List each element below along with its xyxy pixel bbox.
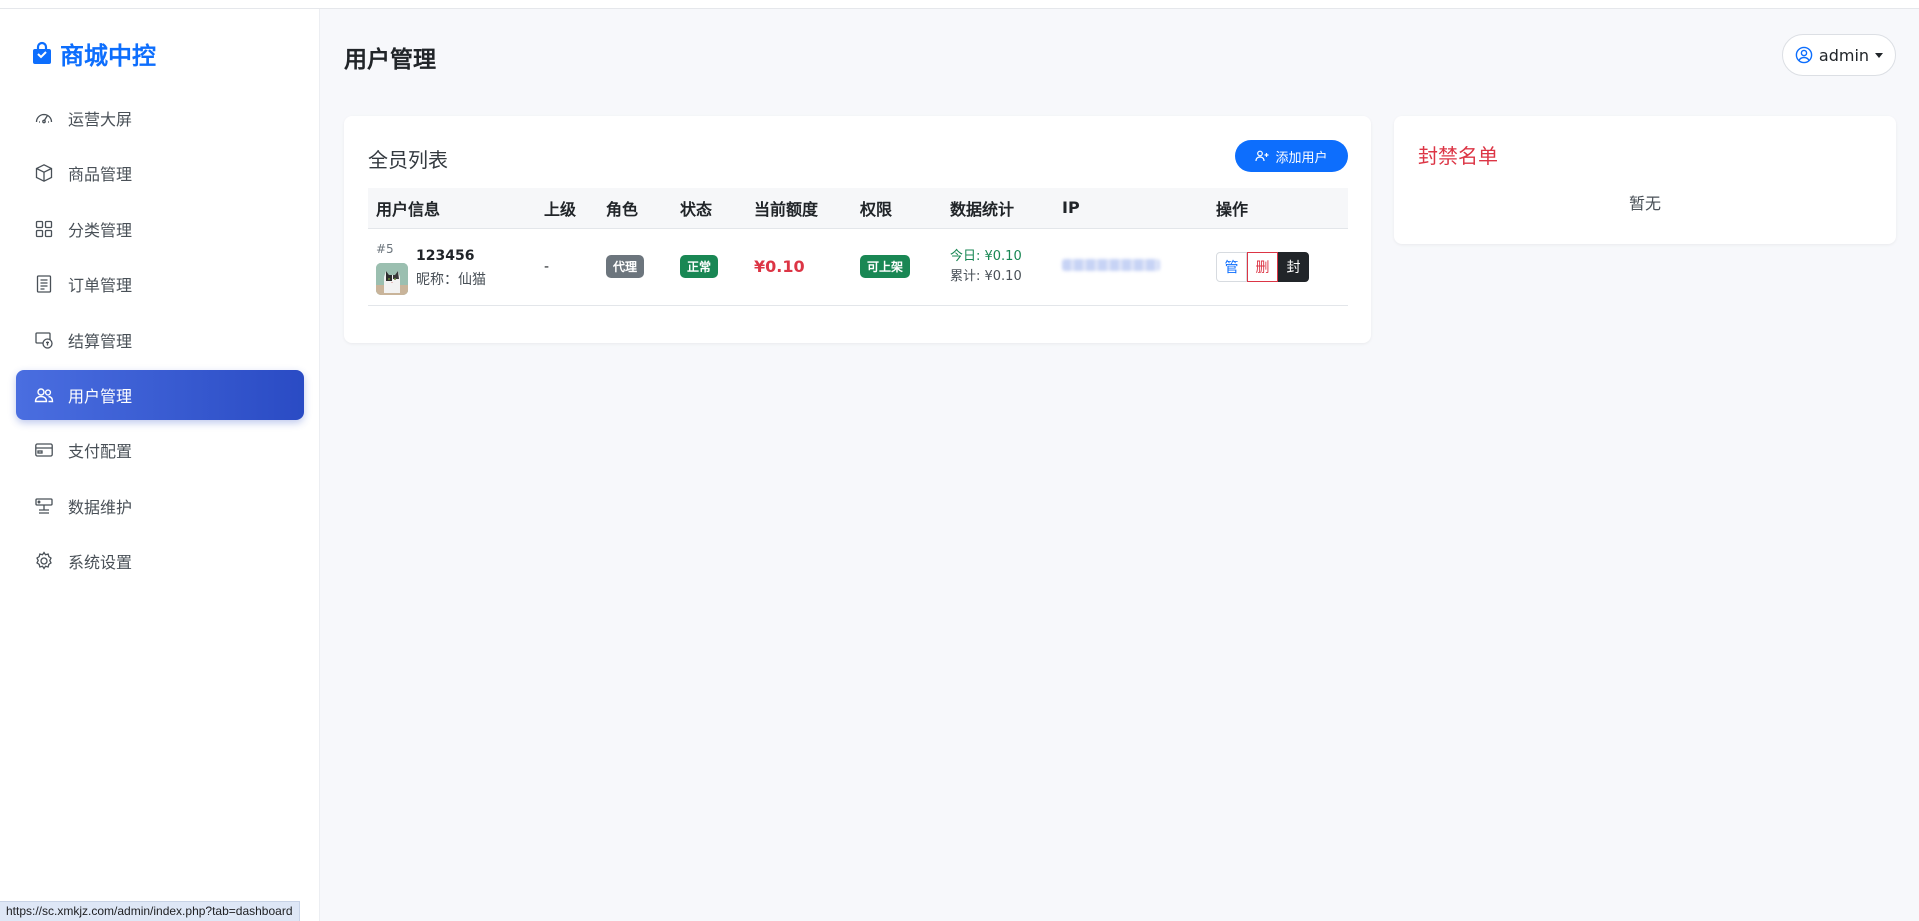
- gear-icon: [36, 551, 52, 570]
- role-cell: 代理: [598, 228, 672, 306]
- user-table: 用户信息 上级 角色 状态 当前额度 权限 数据统计 IP 操作 #5 1234…: [368, 188, 1348, 306]
- sidebar-nav: 运营大屏 商品管理 分类管理 订单管理 结算管理 用户管理 支付配置 数据维护 …: [16, 93, 304, 592]
- column-header-role: 角色: [598, 188, 672, 229]
- sidebar-item-payment[interactable]: 支付配置: [16, 425, 304, 475]
- brand-title: 商城中控: [60, 41, 156, 70]
- sidebar-item-label: 数据维护: [68, 497, 133, 517]
- stat-today: 今日: ¥0.10: [950, 248, 1022, 264]
- permission-badge: 可上架: [860, 255, 911, 278]
- cat-avatar-image: [376, 262, 408, 295]
- user-nickname: 昵称：仙猫: [416, 271, 486, 288]
- user-menu-label: admin: [1818, 45, 1870, 65]
- add-user-button[interactable]: 添加用户: [1235, 140, 1348, 172]
- column-header-status: 状态: [672, 188, 746, 229]
- blacklist-empty-text: 暂无: [1628, 194, 1661, 213]
- sidebar: 商城中控 运营大屏 商品管理 分类管理 订单管理 结算管理 用户管理 支付配置 …: [0, 9, 320, 921]
- user-menu-button[interactable]: admin: [1782, 34, 1896, 76]
- sidebar-item-dashboard[interactable]: 运营大屏: [16, 93, 304, 143]
- grid-icon: [35, 220, 53, 237]
- permission-cell: 可上架: [852, 228, 942, 306]
- receipt-icon: [36, 275, 52, 293]
- username: 123456: [416, 247, 475, 264]
- sidebar-item-label: 商品管理: [68, 165, 133, 185]
- role-badge: 代理: [606, 255, 645, 278]
- status-badge: 正常: [680, 255, 719, 278]
- column-header-balance: 当前额度: [746, 188, 852, 229]
- cash-coin-icon: [35, 331, 53, 349]
- sidebar-item-settings[interactable]: 系统设置: [16, 536, 304, 586]
- sidebar-item-label: 运营大屏: [68, 110, 133, 129]
- column-header-ip: IP: [1054, 188, 1208, 229]
- box-icon: [35, 164, 53, 183]
- stats-cell: 今日: ¥0.10 累计: ¥0.10: [942, 228, 1054, 306]
- sidebar-item-users[interactable]: 用户管理: [16, 369, 304, 420]
- sidebar-item-data-maintenance[interactable]: 数据维护: [16, 481, 304, 531]
- status-cell: 正常: [672, 228, 746, 306]
- column-header-permission: 权限: [852, 188, 942, 229]
- person-plus-icon: [1255, 150, 1269, 162]
- sidebar-item-label: 系统设置: [68, 553, 133, 573]
- row-action-group: 管 删 封: [1216, 251, 1309, 282]
- balance-cell: ¥0.10: [746, 228, 852, 306]
- blacklist-card: 封禁名单 暂无: [1394, 116, 1896, 244]
- user-list-title: 全员列表: [368, 148, 448, 172]
- user-info-cell: #5 123456 昵称：仙猫: [368, 228, 536, 306]
- person-circle-icon: [1795, 46, 1813, 64]
- column-header-parent: 上级: [536, 188, 598, 229]
- blacklist-title: 封禁名单: [1418, 144, 1498, 168]
- sidebar-item-label: 分类管理: [68, 220, 133, 240]
- actions-cell: 管 删 封: [1208, 228, 1348, 306]
- avatar[interactable]: [376, 262, 408, 295]
- user-id: #5: [376, 241, 394, 256]
- caret-down-icon: [1875, 52, 1884, 58]
- browser-top-edge: [0, 0, 1919, 9]
- sidebar-item-label: 用户管理: [68, 386, 133, 406]
- shopping-bag-icon: [33, 41, 51, 64]
- add-user-label: 添加用户: [1275, 150, 1328, 166]
- page-title: 用户管理: [344, 47, 436, 73]
- delete-button[interactable]: 删: [1247, 251, 1278, 282]
- ban-button[interactable]: 封: [1278, 251, 1309, 282]
- speedometer-icon: [35, 113, 53, 124]
- sidebar-item-categories[interactable]: 分类管理: [16, 204, 304, 254]
- sidebar-item-label: 支付配置: [68, 442, 133, 462]
- brand-logo[interactable]: 商城中控: [32, 35, 156, 71]
- sidebar-item-orders[interactable]: 订单管理: [16, 259, 304, 309]
- stat-total: 累计: ¥0.10: [950, 268, 1022, 284]
- column-header-actions: 操作: [1208, 188, 1348, 229]
- table-header-row: 用户信息 上级 角色 状态 当前额度 权限 数据统计 IP 操作: [368, 188, 1348, 229]
- browser-status-url: https://sc.xmkjz.com/admin/index.php?tab…: [0, 901, 300, 921]
- column-header-stats: 数据统计: [942, 188, 1054, 229]
- ip-cell: [1054, 228, 1208, 306]
- user-list-card: 全员列表 添加用户 用户信息 上级 角色 状态 当前额度 权限 数据统计 IP …: [344, 116, 1371, 343]
- people-icon: [34, 388, 54, 403]
- ip-address-redacted: [1062, 258, 1160, 271]
- sidebar-item-label: 订单管理: [68, 276, 133, 296]
- sidebar-item-products[interactable]: 商品管理: [16, 148, 304, 198]
- credit-card-icon: [35, 443, 53, 457]
- server-icon: [35, 498, 53, 514]
- parent-cell: -: [536, 228, 598, 306]
- table-row: #5 123456 昵称：仙猫 - 代理 正常 ¥0.10 可上架 今日: ¥0…: [368, 228, 1348, 306]
- sidebar-item-label: 结算管理: [68, 331, 133, 351]
- manage-button[interactable]: 管: [1216, 251, 1247, 282]
- sidebar-item-settlement[interactable]: 结算管理: [16, 315, 304, 365]
- column-header-user-info: 用户信息: [368, 188, 536, 229]
- balance-amount: ¥0.10: [754, 257, 805, 276]
